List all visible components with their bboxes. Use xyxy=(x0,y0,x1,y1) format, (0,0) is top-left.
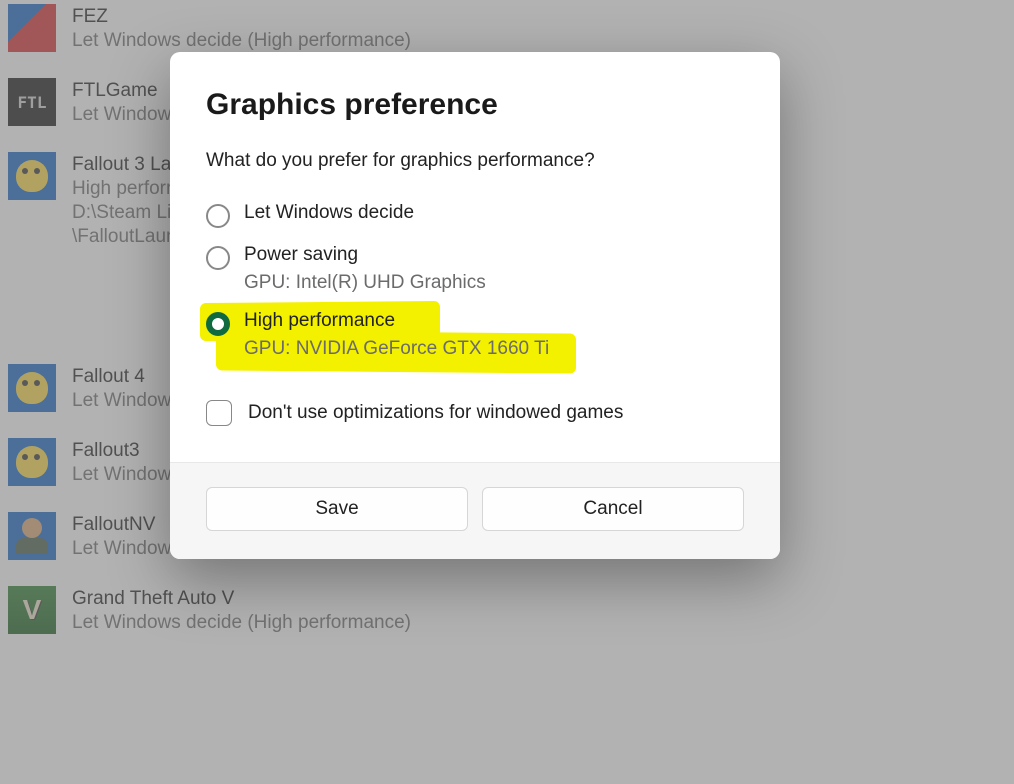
checkbox-label: Don't use optimizations for windowed gam… xyxy=(248,402,623,424)
dialog-question: What do you prefer for graphics performa… xyxy=(206,150,740,172)
radio-icon-selected xyxy=(206,312,230,336)
app-sub: Let Windows decide (High performance) xyxy=(72,612,411,634)
dialog-title: Graphics preference xyxy=(206,88,740,122)
app-icon-fallout4 xyxy=(8,364,56,412)
app-item-fez[interactable]: FEZ Let Windows decide (High performance… xyxy=(0,0,1014,56)
app-icon-gta: V xyxy=(8,586,56,634)
app-icon-fallout3l xyxy=(8,152,56,200)
radio-icon xyxy=(206,246,230,270)
graphics-preference-dialog: Graphics preference What do you prefer f… xyxy=(170,52,780,559)
cancel-button[interactable]: Cancel xyxy=(482,487,744,531)
radio-power-saving[interactable]: Power saving GPU: Intel(R) UHD Graphics xyxy=(206,236,740,302)
app-icon-fez xyxy=(8,4,56,52)
app-name: Grand Theft Auto V xyxy=(72,588,411,610)
radio-sublabel: GPU: NVIDIA GeForce GTX 1660 Ti xyxy=(244,338,549,360)
radio-icon xyxy=(206,204,230,228)
radio-label: High performance xyxy=(244,310,549,332)
app-icon-fallout3 xyxy=(8,438,56,486)
app-name: FEZ xyxy=(72,6,411,28)
radio-label: Power saving xyxy=(244,244,486,266)
radio-group: Let Windows decide Power saving GPU: Int… xyxy=(206,194,740,368)
radio-label: Let Windows decide xyxy=(244,202,414,224)
app-sub: Let Windows decide (High performance) xyxy=(72,30,411,52)
app-item-gta[interactable]: V Grand Theft Auto V Let Windows decide … xyxy=(0,582,1014,638)
dialog-footer: Save Cancel xyxy=(170,462,780,559)
checkbox-windowed-optimizations[interactable]: Don't use optimizations for windowed gam… xyxy=(206,400,740,426)
radio-high-performance[interactable]: High performance GPU: NVIDIA GeForce GTX… xyxy=(206,302,740,368)
checkbox-icon xyxy=(206,400,232,426)
radio-sublabel: GPU: Intel(R) UHD Graphics xyxy=(244,272,486,294)
radio-let-windows-decide[interactable]: Let Windows decide xyxy=(206,194,740,236)
save-button[interactable]: Save xyxy=(206,487,468,531)
app-icon-ftl: FTL xyxy=(8,78,56,126)
app-icon-falloutnv xyxy=(8,512,56,560)
